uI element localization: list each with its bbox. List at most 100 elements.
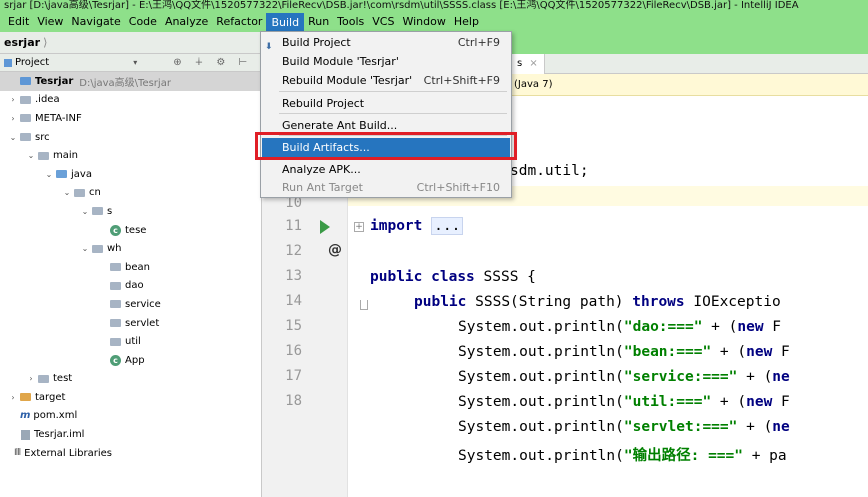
chevron-down-icon[interactable]: ⌄ xyxy=(80,207,90,216)
tree-item-path: D:\java高级\Tesrjar xyxy=(79,77,171,89)
folder-icon xyxy=(92,244,103,253)
tab-ssss-class[interactable]: s × xyxy=(510,54,545,74)
tree-item-tesrjar[interactable]: Tesrjar D:\java高级\Tesrjar xyxy=(0,72,261,91)
menu-window[interactable]: Window xyxy=(398,13,449,31)
line-number: 14 xyxy=(285,293,302,309)
folded-imports[interactable]: ... xyxy=(431,217,464,235)
tree-item-s[interactable]: ⌄ s xyxy=(0,202,261,221)
call-mid: + pa xyxy=(742,448,787,464)
menu-bar: Edit View Navigate Code Analyze Refactor Build… xyxy=(0,12,868,32)
menu-view[interactable]: View xyxy=(33,13,67,31)
menu-code[interactable]: Code xyxy=(125,13,161,31)
tree-item-pom-xml[interactable]: m pom.xml xyxy=(0,407,261,426)
chevron-down-icon[interactable]: ⌄ xyxy=(26,151,36,160)
tree-item-java[interactable]: ⌄ java xyxy=(0,165,261,184)
folder-icon xyxy=(110,319,121,328)
tree-item-tesrjar-iml[interactable]: Tesrjar.iml xyxy=(0,425,261,444)
folder-icon xyxy=(20,114,31,123)
chevron-right-icon[interactable]: › xyxy=(8,95,18,104)
chevron-down-icon[interactable]: ▾ xyxy=(133,58,137,67)
folder-icon xyxy=(110,281,121,290)
folder-icon xyxy=(74,188,85,197)
tree-item-bean[interactable]: bean xyxy=(0,258,261,277)
chevron-down-icon[interactable]: ⌄ xyxy=(80,244,90,253)
call-tail: F xyxy=(772,394,790,410)
call-mid: + ( xyxy=(737,369,773,385)
keyword: new xyxy=(746,394,773,410)
chevron-right-icon[interactable]: › xyxy=(26,374,36,383)
chevron-down-icon[interactable]: ⌄ xyxy=(8,133,18,142)
tree-item-target[interactable]: › target xyxy=(0,388,261,407)
menu-build[interactable]: Build xyxy=(266,13,305,31)
close-icon[interactable]: × xyxy=(529,58,537,69)
menu-item-generate-ant-build[interactable]: Generate Ant Build... xyxy=(262,116,510,136)
tree-item-servlet[interactable]: servlet xyxy=(0,314,261,333)
menu-analyze[interactable]: Analyze xyxy=(161,13,212,31)
tree-item-label: App xyxy=(125,354,145,366)
menu-item-rebuild-project[interactable]: Rebuild Project xyxy=(262,94,510,114)
project-view-selector[interactable]: Project xyxy=(15,57,49,68)
string-literal: "util:===" xyxy=(623,394,712,410)
keyword: throws xyxy=(632,294,685,310)
fold-plus-icon[interactable]: + xyxy=(354,222,364,232)
chevron-down-icon[interactable]: ⌄ xyxy=(62,188,72,197)
tree-item-service[interactable]: service xyxy=(0,295,261,314)
chevron-right-icon[interactable]: › xyxy=(8,114,18,123)
menu-refactor[interactable]: Refactor xyxy=(212,13,266,31)
tree-item-src[interactable]: ⌄ src xyxy=(0,128,261,147)
breadcrumb-project[interactable]: esrjar xyxy=(4,36,40,49)
menu-navigate[interactable]: Navigate xyxy=(67,13,124,31)
library-icon: Illl xyxy=(14,448,21,459)
tree-item-cn[interactable]: ⌄ cn xyxy=(0,184,261,203)
menu-item-build-module-tesrjar[interactable]: Build Module 'Tesrjar' xyxy=(262,52,510,72)
override-gutter-icon[interactable]: @ xyxy=(328,242,342,258)
menu-item-build-project[interactable]: ⬇ Build Project Ctrl+F9 xyxy=(262,33,510,53)
tree-item-tese[interactable]: c tese xyxy=(0,221,261,240)
tree-item--idea[interactable]: › .idea xyxy=(0,91,261,110)
tree-item-test[interactable]: › test xyxy=(0,370,261,389)
keyword: ne xyxy=(772,369,790,385)
menu-item-run-ant-target[interactable]: Run Ant Target Ctrl+Shift+F10 xyxy=(262,178,510,198)
tree-item-meta-inf[interactable]: › META-INF xyxy=(0,109,261,128)
tree-item-label: Tesrjar xyxy=(35,75,74,87)
call-mid: + ( xyxy=(711,344,747,360)
menu-tools[interactable]: Tools xyxy=(333,13,368,31)
menu-item-shortcut: Ctrl+Shift+F10 xyxy=(416,181,500,194)
tree-item-label: cn xyxy=(89,187,101,199)
chevron-down-icon[interactable]: ⌄ xyxy=(44,170,54,179)
menu-vcs[interactable]: VCS xyxy=(368,13,398,31)
folder-icon xyxy=(38,374,49,383)
run-gutter-icon[interactable] xyxy=(320,220,330,234)
code-println-line: System.out.println("dao:===" + (new F xyxy=(458,319,781,335)
menu-help[interactable]: Help xyxy=(450,13,483,31)
call-prefix: System.out.println( xyxy=(458,448,624,464)
tree-item-label: test xyxy=(53,373,73,385)
line-number: 11 xyxy=(285,218,302,234)
string-literal: "输出路径: ===" xyxy=(623,448,743,464)
tree-item-label: .idea xyxy=(35,94,60,106)
menu-item-build-artifacts[interactable]: Build Artifacts... xyxy=(262,138,510,158)
project-view-icon xyxy=(4,58,12,67)
tree-item-main[interactable]: ⌄ main xyxy=(0,146,261,165)
tree-item-app[interactable]: c App xyxy=(0,351,261,370)
menu-item-label: Rebuild Project xyxy=(282,97,365,110)
chevron-right-icon[interactable]: › xyxy=(8,393,18,402)
menu-item-label: Rebuild Module 'Tesrjar' xyxy=(282,74,413,87)
menu-item-rebuild-module-tesrjar[interactable]: Rebuild Module 'Tesrjar' Ctrl+Shift+F9 xyxy=(262,71,510,91)
menu-item-analyze-apk[interactable]: Analyze APK... xyxy=(262,160,510,180)
tree-item-util[interactable]: util xyxy=(0,332,261,351)
code-println-line: System.out.println("输出路径: ===" + pa xyxy=(458,444,787,465)
tree-item-label: src xyxy=(35,131,50,143)
class-icon: c xyxy=(110,354,121,366)
fold-minus-icon[interactable] xyxy=(360,300,368,310)
tree-item-dao[interactable]: dao xyxy=(0,277,261,296)
tree-item-label: service xyxy=(125,298,161,310)
banner-text: (Java 7) xyxy=(514,79,553,90)
tree-item-wh[interactable]: ⌄ wh xyxy=(0,239,261,258)
menu-edit[interactable]: Edit xyxy=(4,13,33,31)
panel-toolbar-icons[interactable]: ⊕ ∔ ⚙ ⊢ xyxy=(173,57,252,68)
menu-item-label: Analyze APK... xyxy=(282,163,361,176)
menu-run[interactable]: Run xyxy=(304,13,333,31)
ctor-signature: SSSS(String path) xyxy=(475,294,633,310)
tree-item-external-libraries[interactable]: Illl External Libraries xyxy=(0,444,261,463)
